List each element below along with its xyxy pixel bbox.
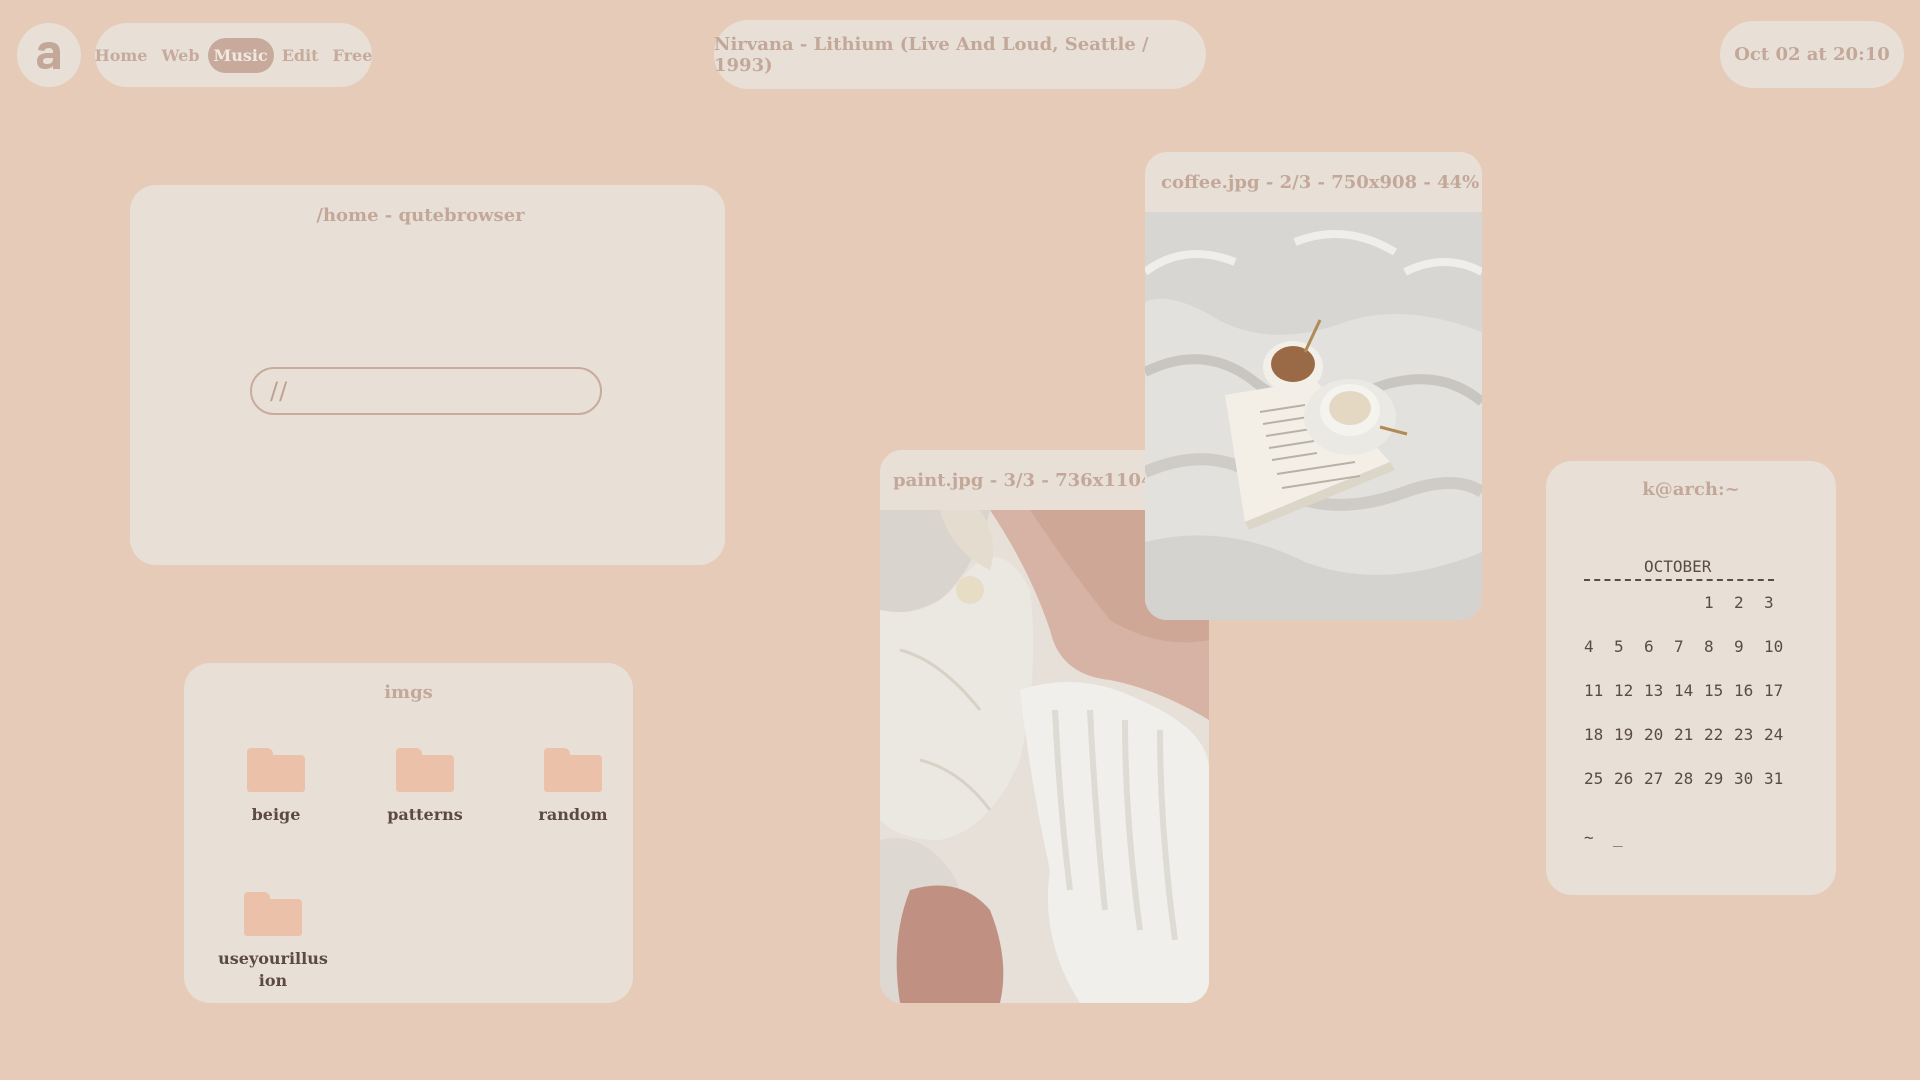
window-title: /home - qutebrowser: [316, 205, 525, 226]
terminal-window[interactable]: k@arch:~ OCTOBER 1 2 3 4 5 6 7 8 9 10 11 12 13 14 15 16…: [1546, 461, 1836, 895]
window-title: imgs: [384, 682, 433, 703]
launcher-logo[interactable]: [17, 23, 81, 87]
folder-icon: [244, 892, 302, 936]
calendar-day: 14: [1674, 681, 1694, 700]
calendar-day: 3: [1764, 593, 1774, 612]
now-playing-label: Nirvana - Lithium (Live And Loud, Seattl…: [714, 33, 1149, 76]
window-title: k@arch:~: [1642, 479, 1740, 500]
folder-useyourillusion[interactable]: useyourillusion: [216, 892, 330, 992]
calendar-month: OCTOBER: [1644, 557, 1712, 576]
calendar-day: 2: [1734, 593, 1744, 612]
calendar-day: 16: [1734, 681, 1754, 700]
calendar-day: 26: [1614, 769, 1634, 788]
clock-label: Oct 02 at 20:10: [1734, 44, 1890, 65]
qutebrowser-window[interactable]: /home - qutebrowser //: [130, 185, 725, 565]
calendar-day: 30: [1734, 769, 1754, 788]
calendar-day: 20: [1644, 725, 1664, 744]
calendar-day: 11: [1584, 681, 1604, 700]
calendar-day: 7: [1674, 637, 1684, 656]
image-viewer-coffee[interactable]: coffee.jpg - 2/3 - 750x908 - 44%: [1145, 152, 1482, 620]
terminal-prompt[interactable]: ~ _: [1584, 828, 1623, 847]
calendar-day: 29: [1704, 769, 1724, 788]
window-title: coffee.jpg - 2/3 - 750x908 - 44%: [1161, 171, 1480, 193]
calendar-day: 27: [1644, 769, 1664, 788]
arch-logo-icon: [37, 42, 60, 69]
folder-label: useyourillusion: [218, 949, 328, 990]
calendar-day: 12: [1614, 681, 1634, 700]
nav-item-music[interactable]: Music: [207, 37, 274, 73]
calendar-day: 31: [1764, 769, 1784, 788]
calendar-day: 25: [1584, 769, 1604, 788]
coffee-image: [1145, 212, 1482, 620]
folder-icon: [396, 748, 454, 792]
calendar-day: 6: [1644, 637, 1654, 656]
search-input-text: //: [270, 377, 289, 405]
calendar-day: 15: [1704, 681, 1724, 700]
folder-label: random: [538, 805, 608, 824]
calendar-divider: [1584, 579, 1774, 581]
calendar-day: 19: [1614, 725, 1634, 744]
folder-random[interactable]: random: [513, 748, 633, 826]
calendar-day: 17: [1764, 681, 1784, 700]
now-playing[interactable]: Nirvana - Lithium (Live And Loud, Seattl…: [714, 20, 1206, 89]
calendar-day: 18: [1584, 725, 1604, 744]
folder-patterns[interactable]: patterns: [365, 748, 485, 826]
calendar-day: 1: [1704, 593, 1714, 612]
nav-item-web[interactable]: Web: [155, 38, 205, 73]
calendar-day: 28: [1674, 769, 1694, 788]
calendar-day: 24: [1764, 725, 1784, 744]
folder-label: beige: [251, 805, 301, 824]
calendar-day: 10: [1764, 637, 1784, 656]
calendar-day: 9: [1734, 637, 1744, 656]
folder-beige[interactable]: beige: [216, 748, 336, 826]
file-manager-window[interactable]: imgs beige patterns random useyourillusi…: [184, 663, 633, 1003]
calendar-day: 13: [1644, 681, 1664, 700]
folder-icon: [247, 748, 305, 792]
clock: Oct 02 at 20:10: [1720, 21, 1904, 88]
calendar-day: 8: [1704, 637, 1714, 656]
calendar-day: 23: [1734, 725, 1754, 744]
folder-icon: [544, 748, 602, 792]
nav-item-free[interactable]: Free: [327, 38, 379, 73]
nav-item-home[interactable]: Home: [89, 38, 154, 73]
calendar-day: 4: [1584, 637, 1594, 656]
nav-item-edit[interactable]: Edit: [276, 38, 325, 73]
workspace-nav: Home Web Music Edit Free: [95, 23, 372, 87]
calendar-day: 22: [1704, 725, 1724, 744]
calendar-day: 21: [1674, 725, 1694, 744]
calendar-day: 5: [1614, 637, 1624, 656]
search-input[interactable]: //: [250, 367, 602, 415]
folder-label: patterns: [387, 805, 463, 824]
